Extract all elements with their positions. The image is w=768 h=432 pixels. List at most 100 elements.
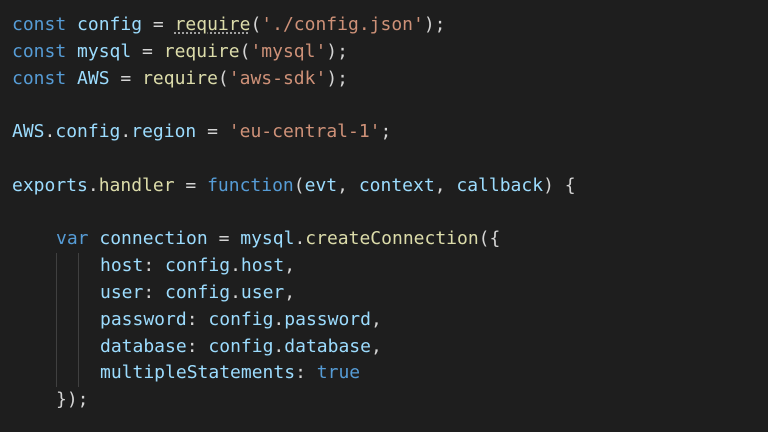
object-key: host (100, 255, 144, 277)
paren-close: ); (423, 14, 446, 35)
paren-close: ); (326, 40, 348, 62)
colon: : (295, 362, 317, 384)
comma: , (284, 255, 296, 277)
parameter: evt (304, 174, 338, 196)
code-line-blank[interactable] (12, 92, 576, 119)
identifier: config (165, 281, 231, 303)
dot: . (273, 308, 285, 330)
object-key: multipleStatements (100, 362, 296, 384)
function-name: require (163, 40, 240, 62)
colon: : (186, 308, 209, 330)
dot: . (120, 121, 132, 143)
comma: , (284, 281, 296, 303)
function-name: require (142, 67, 218, 89)
identifier: mysql (77, 40, 132, 62)
object-key: password (100, 308, 187, 330)
property: password (284, 308, 371, 330)
indent-guide (56, 253, 57, 280)
identifier: connection (99, 228, 208, 250)
parameter: callback (456, 174, 544, 196)
comma: , (370, 335, 382, 357)
parameter: context (358, 174, 435, 196)
paren-open: ({ (478, 228, 501, 250)
code-line[interactable]: const AWS = require('aws-sdk'); (12, 66, 576, 93)
comma: , (370, 308, 382, 330)
keyword: function (207, 174, 294, 196)
dot: . (230, 281, 241, 303)
operator: = (142, 14, 175, 35)
function-name[interactable]: require (175, 14, 251, 35)
string-literal: 'mysql' (250, 40, 327, 62)
identifier: config (208, 308, 274, 330)
code-line[interactable]: multipleStatements: true (12, 360, 576, 388)
indent-guide (56, 306, 57, 334)
identifier: AWS (77, 67, 110, 89)
paren-open: ( (217, 67, 229, 89)
operator: = (174, 174, 208, 196)
indent-guide (56, 360, 57, 388)
boolean-literal: true (316, 362, 361, 384)
code-line[interactable]: password: config.password, (12, 306, 576, 334)
property: database (284, 335, 371, 357)
identifier: config (77, 14, 143, 35)
indent-guide (78, 279, 79, 307)
code-line-blank[interactable] (12, 146, 576, 173)
property: region (131, 121, 197, 143)
colon: : (143, 281, 166, 303)
dot: . (273, 335, 285, 357)
keyword: var (56, 228, 89, 250)
code-line[interactable]: const mysql = require('mysql'); (12, 39, 576, 66)
identifier: config (208, 335, 274, 357)
colon: : (186, 335, 209, 357)
code-editor[interactable]: const config = require('./config.json');… (0, 0, 768, 432)
code-line[interactable]: database: config.database, (12, 333, 576, 361)
keyword: const (12, 14, 67, 35)
identifier: mysql (240, 228, 295, 250)
semicolon: ; (380, 121, 392, 143)
code-line[interactable]: host: config.host, (12, 253, 576, 280)
paren-open: ( (239, 40, 251, 62)
code-line[interactable]: exports.handler = function(evt, context,… (12, 173, 576, 200)
function-name: handler (98, 174, 175, 196)
code-line-blank[interactable] (12, 200, 576, 227)
code-line[interactable]: var connection = mysql.createConnection(… (12, 226, 576, 253)
identifier: AWS (12, 121, 45, 143)
paren-close: ); (326, 67, 348, 89)
indent-guide (56, 279, 57, 307)
identifier: exports (12, 174, 88, 196)
code-line[interactable]: user: config.user, (12, 279, 576, 307)
property: user (240, 281, 285, 303)
closing-brace: }); (56, 389, 89, 411)
string-literal: 'aws-sdk' (228, 67, 327, 89)
code-line[interactable]: const config = require('./config.json'); (12, 12, 576, 39)
operator: = (109, 67, 143, 89)
dot: . (44, 121, 56, 143)
identifier: config (165, 255, 231, 277)
operator: = (131, 40, 164, 62)
dot: . (230, 255, 241, 277)
property: config (55, 121, 121, 143)
paren-open: ( (250, 14, 262, 35)
paren-close: ) { (543, 174, 576, 196)
keyword: const (12, 40, 67, 62)
code-line[interactable]: AWS.config.region = 'eu-central-1'; (12, 119, 576, 146)
paren-open: ( (293, 174, 305, 196)
property: host (240, 255, 285, 277)
indent-guide (78, 306, 79, 334)
indent-guide (78, 333, 79, 361)
object-key: user (100, 281, 144, 303)
colon: : (143, 255, 166, 277)
indent-guide (56, 333, 57, 361)
string-literal: './config.json' (261, 14, 424, 35)
code-area[interactable]: const config = require('./config.json');… (12, 12, 576, 414)
comma: , (337, 174, 359, 196)
code-line[interactable]: }); (12, 387, 576, 414)
indent-guide (78, 253, 79, 280)
dot: . (87, 174, 99, 196)
operator: = (196, 121, 229, 143)
keyword: const (12, 67, 67, 89)
